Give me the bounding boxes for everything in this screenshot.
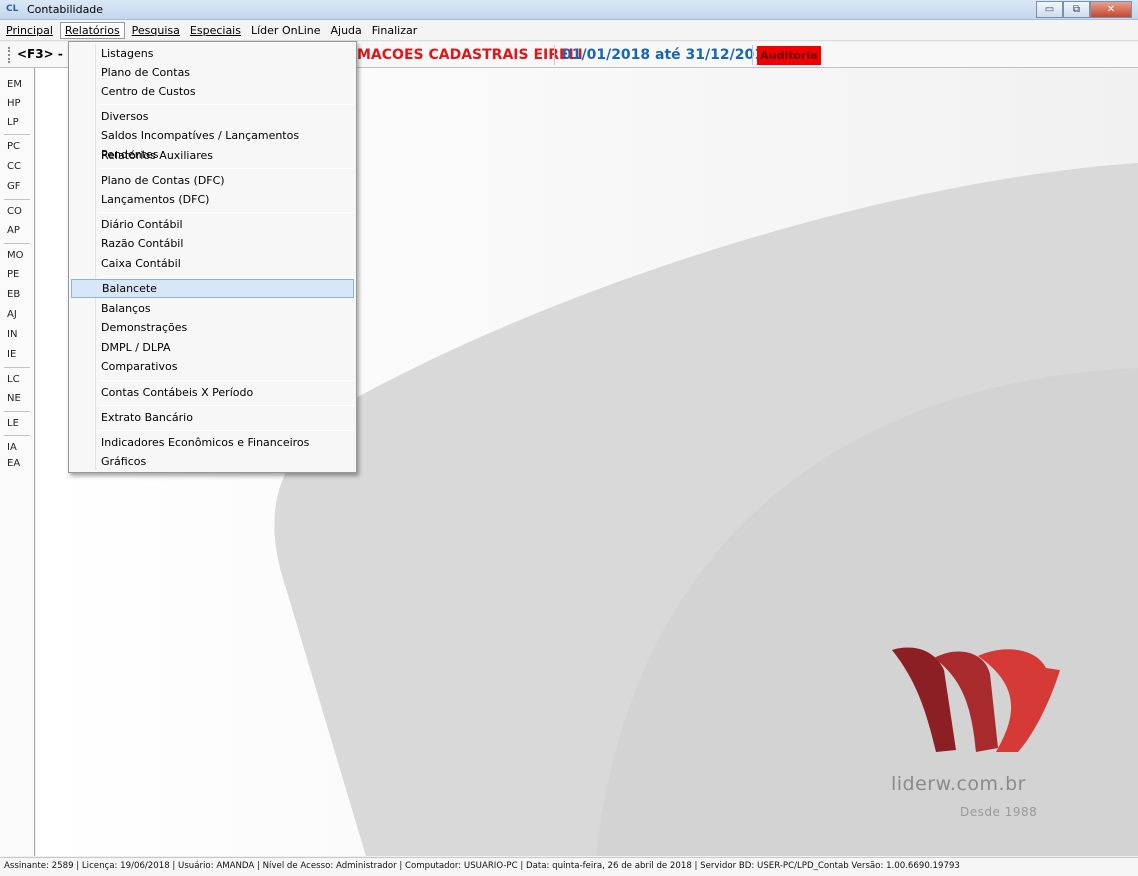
sidebar-item-co[interactable]: CO [7,206,22,217]
sidebar-divider [4,243,30,244]
sidebar-item-cc[interactable]: CC [7,161,21,172]
menu-pesquisa[interactable]: Pesquisa [129,22,183,39]
sidebar-item-eb[interactable]: EB [7,289,20,300]
sidebar-divider [4,411,30,412]
relatorios-dropdown-menu: Listagens Plano de Contas Centro de Cust… [68,41,357,473]
menu-item-extrato-bancario[interactable]: Extrato Bancário [71,408,354,427]
sidebar-item-ia[interactable]: IA [7,442,17,453]
window-title: Contabilidade [27,3,104,16]
menu-item-dmpl-dlpa[interactable]: DMPL / DLPA [71,338,354,357]
menu-separator [99,212,354,213]
menu-item-listagens[interactable]: Listagens [71,44,354,63]
company-name: MACOES CADASTRAIS EIRELI [357,47,583,63]
period-range: 01/01/2018 até 31/12/2018 [562,47,774,63]
window-controls: ▭ ⧉ ✕ [1036,1,1132,18]
info-separator [752,45,753,65]
menu-separator [99,276,354,277]
toolbar-grip[interactable] [8,47,10,63]
menu-item-razao-contabil[interactable]: Razão Contábil [71,234,354,253]
menu-item-indicadores[interactable]: Indicadores Econômicos e Financeiros [71,433,354,452]
menu-item-relatorios-auxiliares[interactable]: Relatórios Auxiliares [71,146,354,165]
menu-ajuda[interactable]: Ajuda [328,22,365,39]
menu-separator [99,405,354,406]
shortcut-label[interactable]: <F3> - E [17,47,75,61]
sidebar-divider [4,367,30,368]
logo-text: liderw.com.br [891,773,1026,795]
menu-item-saldos-incompativeis[interactable]: Saldos Incompatíves / Lançamentos Penden… [71,126,354,161]
menu-item-caixa-contabil[interactable]: Caixa Contábil [71,254,354,273]
status-bar: Assinante: 2589 | Licença: 19/06/2018 | … [0,857,1138,876]
title-bar: CL Contabilidade ▭ ⧉ ✕ [0,0,1138,20]
menu-separator [99,168,354,169]
sidebar-item-hp[interactable]: HP [7,98,21,109]
menu-relatorios[interactable]: Relatórios [59,21,125,39]
menu-item-contas-x-periodo[interactable]: Contas Contábeis X Período [71,383,354,402]
sidebar-item-lp[interactable]: LP [7,117,19,128]
menu-item-lancamentos-dfc[interactable]: Lançamentos (DFC) [71,190,354,209]
menu-item-diversos[interactable]: Diversos [71,107,354,126]
minimize-button[interactable]: ▭ [1036,1,1063,18]
close-button[interactable]: ✕ [1090,1,1132,18]
menu-separator [99,380,354,381]
sidebar-divider [4,134,30,135]
sidebar-item-em[interactable]: EM [7,79,22,90]
sidebar-item-ap[interactable]: AP [7,225,20,236]
menu-lider-online[interactable]: Líder OnLine [248,22,324,39]
menu-separator [99,104,354,105]
menu-bar: Principal Relatórios Pesquisa Especiais … [0,20,1138,41]
sidebar-divider [4,435,30,436]
sidebar-item-ie[interactable]: IE [7,349,16,360]
menu-item-balancete[interactable]: Balancete [71,279,354,298]
menu-item-centro-de-custos[interactable]: Centro de Custos [71,82,354,101]
menu-principal[interactable]: Principal [3,22,56,39]
sidebar-item-lc[interactable]: LC [7,374,20,385]
menu-item-plano-de-contas-dfc[interactable]: Plano de Contas (DFC) [71,171,354,190]
liderw-logo-icon [892,647,1060,752]
menu-finalizar[interactable]: Finalizar [369,22,420,39]
sidebar-item-pc[interactable]: PC [7,141,20,152]
app-icon: CL [6,4,19,14]
sidebar-item-aj[interactable]: AJ [7,309,17,320]
menu-item-comparativos[interactable]: Comparativos [71,357,354,376]
menu-especiais[interactable]: Especiais [187,22,244,39]
logo-subtitle: Desde 1988 [960,805,1038,819]
sidebar-item-ne[interactable]: NE [7,393,21,404]
menu-item-graficos[interactable]: Gráficos [71,452,354,471]
menu-item-demonstracoes[interactable]: Demonstrações [71,318,354,337]
info-separator [554,45,555,65]
audit-badge[interactable]: Auditoria [757,46,821,65]
menu-item-balancos[interactable]: Balanços [71,299,354,318]
sidebar-item-in[interactable]: IN [7,329,17,340]
menu-item-diario-contabil[interactable]: Diário Contábil [71,215,354,234]
sidebar-item-mo[interactable]: MO [7,250,24,261]
maximize-button[interactable]: ⧉ [1063,1,1090,18]
sidebar-item-le[interactable]: LE [7,418,19,429]
sidebar-item-gf[interactable]: GF [7,181,21,192]
sidebar-item-ea[interactable]: EA [7,458,20,469]
menu-separator [99,430,354,431]
sidebar-item-pe[interactable]: PE [7,269,19,280]
menu-item-plano-de-contas[interactable]: Plano de Contas [71,63,354,82]
sidebar-divider [4,199,30,200]
shortcut-sidebar: EM HP LP PC CC GF CO AP MO PE EB AJ IN I… [0,68,35,856]
